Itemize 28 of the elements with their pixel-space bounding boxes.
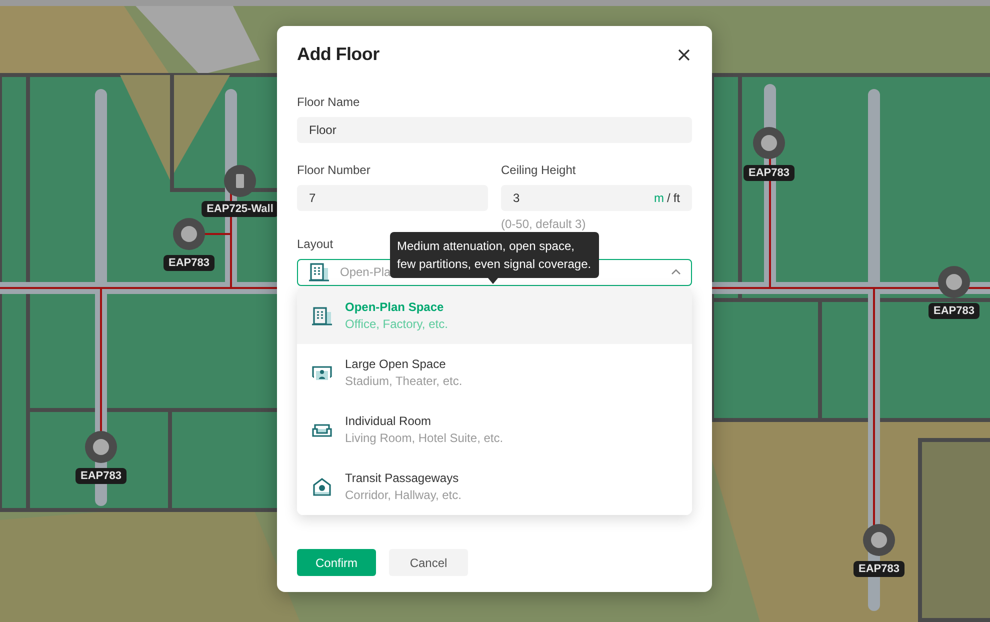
device-label: EAP783 <box>744 165 794 181</box>
hint-text: (0-50, default 3) <box>501 216 587 233</box>
layout-option[interactable]: Individual Room Living Room, Hotel Suite, etc. <box>297 401 692 458</box>
device-label: EAP783 <box>854 561 904 577</box>
house-pin-icon <box>311 476 333 496</box>
field-label: Layout <box>297 236 334 253</box>
caret-icon <box>671 269 681 276</box>
tooltip: Medium attenuation, open space, few partitions, even signal coverage. <box>390 232 599 278</box>
field-label: Floor Name <box>297 94 360 111</box>
input-field[interactable]: 7 <box>297 184 488 211</box>
layout-option[interactable]: Large Open Space Stadium, Theater, etc. <box>297 344 692 401</box>
device-label: EAP725-Wall <box>202 201 278 217</box>
input-field[interactable]: Floor <box>297 116 692 143</box>
device-label: EAP783 <box>928 303 980 319</box>
unit-toggle[interactable]: ft <box>673 188 680 207</box>
field-label: Ceiling Height <box>501 162 576 179</box>
device-label: EAP783 <box>164 255 214 271</box>
cancel-button[interactable]: Cancel <box>389 549 468 576</box>
building-icon <box>311 306 333 326</box>
tooltip-arrow <box>488 278 498 284</box>
dialog-title: Add Floor <box>297 44 380 66</box>
close-icon[interactable] <box>676 46 692 63</box>
device-label: EAP783 <box>76 468 126 484</box>
input-field[interactable]: 3 m / ft <box>501 184 692 211</box>
unit-separator: / <box>666 190 670 207</box>
field-label: Floor Number <box>297 162 370 179</box>
building-icon <box>308 262 330 282</box>
layout-option[interactable]: Transit Passageways Corridor, Hallway, etc. <box>297 458 692 515</box>
